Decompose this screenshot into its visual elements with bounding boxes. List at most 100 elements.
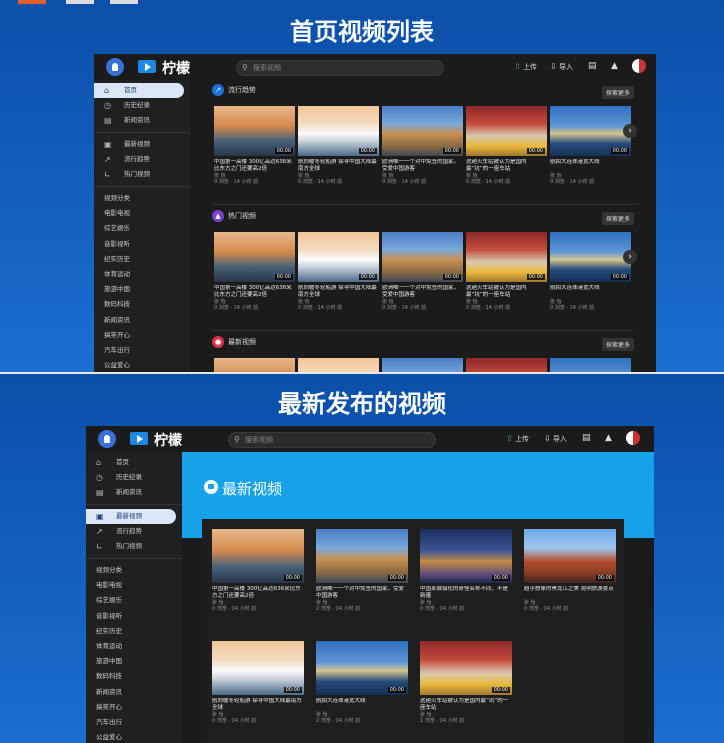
video-title[interactable]: 这趟火车站被认为是国内最“坑”的一座车站 [466, 285, 547, 299]
video-card[interactable]: 00:00 这趟火车站被认为是国内最“坑”的一座车站张 怡0 浏览 · 14 小时… [466, 232, 547, 311]
import-button[interactable]: ⇩ 导入 [544, 434, 567, 444]
menu-button[interactable] [106, 58, 124, 76]
video-card[interactable] [382, 358, 463, 372]
sidebar-category[interactable]: 音影视听 [94, 237, 190, 252]
sidebar-item-home[interactable]: ⌂ 首页 [94, 83, 184, 98]
avatar[interactable] [626, 431, 640, 445]
video-title[interactable]: 中国第一高楼 300亿高达636米比东方之门还要高2倍 [212, 586, 304, 600]
video-thumbnail[interactable]: 00:00 [524, 529, 616, 583]
video-thumbnail[interactable]: 00:00 [550, 232, 631, 282]
sidebar-category[interactable]: 公益爱心 [94, 358, 190, 372]
video-card[interactable]: 00:00 航向暖冬轮船游 探寻中国大陆最南方全球张 怡0 浏览 · 14 小时 … [212, 641, 304, 724]
video-card[interactable]: 00:00 这趟火车站被认为是国内最“坑”的一座车站张 怡0 浏览 · 14 小时… [466, 106, 547, 185]
upload-button[interactable]: ⇧ 上传 [506, 434, 529, 444]
search-input[interactable]: ⚲ 搜索视频 [236, 60, 444, 76]
bell-icon[interactable]: ▲ [605, 433, 612, 443]
sidebar-category[interactable]: 数码科技 [94, 297, 190, 312]
video-card[interactable]: 00:00 欧洲唯一一个对中免签的国家，受爱中国游客张 怡0 浏览 · 14 小时… [382, 232, 463, 311]
sidebar-category[interactable]: 旅游中国 [94, 282, 190, 297]
video-title[interactable]: 航拍大连珠港宽大线 [550, 285, 631, 299]
video-thumbnail[interactable]: 00:00 [466, 232, 547, 282]
video-thumbnail[interactable]: 00:00 [466, 106, 547, 156]
logo-text[interactable]: 柠檬 [162, 58, 190, 78]
sidebar-item-latest[interactable]: ▣ 最新视频 [86, 509, 176, 524]
video-card[interactable] [550, 358, 631, 372]
next-arrow-icon[interactable]: › [623, 124, 637, 138]
video-thumbnail[interactable]: 00:00 [298, 232, 379, 282]
search-input[interactable]: ⚲ 搜索视频 [228, 432, 436, 448]
logo-text[interactable]: 柠檬 [154, 430, 182, 450]
video-thumbnail[interactable] [466, 358, 547, 372]
video-thumbnail[interactable] [298, 358, 379, 372]
avatar[interactable] [632, 59, 646, 73]
sidebar-item-history[interactable]: ◷ 历史纪录 [86, 470, 182, 485]
video-title[interactable]: 航拍大连珠港宽大线 [550, 159, 631, 173]
sidebar-item-history[interactable]: ◷ 历史纪录 [94, 98, 190, 113]
video-card[interactable]: 00:00 航向暖冬轮船游 探寻中国大陆最南方全球张 怡0 浏览 · 14 小时 … [298, 232, 379, 311]
explore-more-button[interactable]: 探索更多 [601, 338, 634, 351]
video-title[interactable]: 中国第一高楼 300亿高达636米 比东方之门还要高2倍 [214, 285, 295, 299]
sidebar-category[interactable]: 体育运动 [94, 267, 190, 282]
video-title[interactable]: 欧洲唯一一个对中免签的国家，受爱中国游客 [382, 159, 463, 173]
video-thumbnail[interactable] [550, 358, 631, 372]
sidebar-category[interactable]: 汽车出行 [86, 715, 182, 730]
sidebar-category[interactable]: 电影电视 [94, 206, 190, 221]
video-thumbnail[interactable]: 00:00 [214, 106, 295, 156]
sidebar-item-news[interactable]: ▤ 新闻资讯 [94, 113, 190, 128]
sidebar-category[interactable]: 旅游中国 [86, 654, 182, 669]
video-title[interactable]: 欧洲唯一一个对中免签的国家，受爱中国游客 [382, 285, 463, 299]
explore-more-button[interactable]: 探索更多 [601, 212, 634, 225]
logo-icon[interactable] [130, 432, 148, 445]
sidebar-item-popular[interactable]: ∟ 热门视频 [94, 167, 190, 182]
video-title[interactable]: 航拍大连珠港宽大线 [316, 698, 408, 712]
sidebar-category[interactable]: 公益爱心 [86, 730, 182, 743]
sidebar-item-news[interactable]: ▤ 新闻资讯 [86, 485, 182, 500]
message-icon[interactable]: ▤ [588, 61, 597, 71]
video-title[interactable]: 超乎想象的黑龙江之美 昆明旅游景点 [524, 586, 616, 600]
video-card[interactable]: 00:00 中国第一高楼 300亿高达636米 比东方之门还要高2倍张 怡0 浏览… [214, 106, 295, 185]
next-arrow-icon[interactable]: › [623, 250, 637, 264]
video-card[interactable]: 00:00 超乎想象的黑龙江之美 昆明旅游景点张 怡0 浏览 · 14 小时 前 [524, 529, 616, 612]
video-thumbnail[interactable]: 00:00 [214, 232, 295, 282]
sidebar-category[interactable]: 综艺娱乐 [86, 593, 182, 608]
import-button[interactable]: ⇩ 导入 [550, 62, 573, 72]
sidebar-category[interactable]: 纪实历史 [94, 252, 190, 267]
sidebar-category[interactable]: 音影视听 [86, 609, 182, 624]
sidebar-item-trending[interactable]: ↗ 流行趋势 [94, 152, 190, 167]
sidebar-category[interactable]: 新闻资讯 [86, 685, 182, 700]
bell-icon[interactable]: ▲ [611, 61, 618, 71]
sidebar-category[interactable]: 纪实历史 [86, 624, 182, 639]
menu-button[interactable] [98, 430, 116, 448]
sidebar-category[interactable]: 体育运动 [86, 639, 182, 654]
video-title[interactable]: 航向暖冬轮船游 探寻中国大陆最南方全球 [298, 159, 379, 173]
video-card[interactable]: 00:00 欧洲唯一一个对中免签的国家，受爱中国游客张 怡0 浏览 · 14 小时… [382, 106, 463, 185]
video-thumbnail[interactable]: 00:00 [316, 641, 408, 695]
sidebar-category[interactable]: 新闻资讯 [94, 313, 190, 328]
video-thumbnail[interactable]: 00:00 [550, 106, 631, 156]
video-thumbnail[interactable]: 00:00 [420, 641, 512, 695]
video-card[interactable]: 00:00 航拍大连珠港宽大线张 怡2 浏览 · 14 小时 前 [316, 641, 408, 724]
video-card[interactable]: 00:00 航向暖冬轮船游 探寻中国大陆最南方全球张 怡0 浏览 · 14 小时 … [298, 106, 379, 185]
video-thumbnail[interactable]: 00:00 [420, 529, 512, 583]
sidebar-item-latest[interactable]: ▣ 最新视频 [94, 137, 190, 152]
video-title[interactable]: 航向暖冬轮船游 探寻中国大陆最南方全球 [212, 698, 304, 712]
sidebar-item-popular[interactable]: ∟ 热门视频 [86, 539, 182, 554]
video-card[interactable]: 00:00 中国第一高楼 300亿高达636米比东方之门还要高2倍张 怡0 浏览 … [212, 529, 304, 612]
video-thumbnail[interactable]: 00:00 [212, 641, 304, 695]
video-title[interactable]: 航向暖冬轮船游 探寻中国大陆最南方全球 [298, 285, 379, 299]
video-thumbnail[interactable] [214, 358, 295, 372]
video-thumbnail[interactable]: 00:00 [382, 232, 463, 282]
video-thumbnail[interactable]: 00:00 [316, 529, 408, 583]
video-card[interactable] [466, 358, 547, 372]
message-icon[interactable]: ▤ [582, 433, 591, 443]
video-thumbnail[interactable]: 00:00 [212, 529, 304, 583]
upload-button[interactable]: ⇧ 上传 [514, 62, 537, 72]
video-thumbnail[interactable]: 00:00 [382, 106, 463, 156]
video-title[interactable]: 这趟火车站被认为是国内最“坑”的一座车站 [420, 698, 512, 712]
video-card[interactable]: 00:00 航拍大连珠港宽大线张 怡0 浏览 · 14 小时 前 [550, 106, 631, 185]
video-title[interactable]: 这趟火车站被认为是国内最“坑”的一座车站 [466, 159, 547, 173]
video-card[interactable]: 00:00 中国第一高楼 300亿高达636米 比东方之门还要高2倍张 怡0 浏览… [214, 232, 295, 311]
sidebar-item-trending[interactable]: ↗ 流行趋势 [86, 524, 182, 539]
sidebar-category[interactable]: 综艺娱乐 [94, 221, 190, 236]
sidebar-category[interactable]: 数码科技 [86, 669, 182, 684]
